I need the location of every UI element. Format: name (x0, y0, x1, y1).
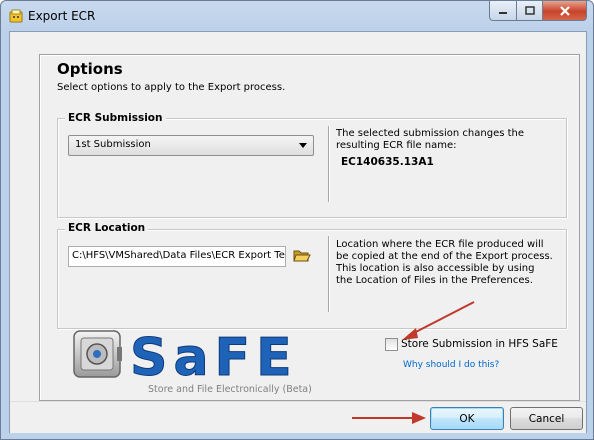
why-should-i-link[interactable]: Why should I do this? (403, 360, 499, 370)
submission-dropdown[interactable]: 1st Submission (68, 135, 314, 156)
title-bar: Export ECR (1, 1, 593, 31)
submission-selected-value: 1st Submission (75, 139, 151, 150)
location-divider (328, 236, 329, 312)
options-title: Options (57, 60, 123, 78)
maximize-button[interactable] (517, 1, 543, 21)
location-info: Location where the ECR file produced wil… (336, 239, 553, 286)
export-ecr-window: Export ECR Options Select options to app… (0, 0, 594, 440)
close-button[interactable] (543, 1, 587, 21)
minimize-button[interactable] (489, 1, 517, 21)
location-path-value: C:\HFS\VMShared\Data Files\ECR Export Te (72, 250, 285, 261)
maximize-icon (524, 6, 535, 15)
dialog-client-area: Options Select options to apply to the E… (9, 31, 587, 433)
ecr-location-title: ECR Location (65, 222, 149, 234)
annotation-arrow-ok-icon (352, 412, 426, 424)
window-controls (489, 1, 587, 21)
close-icon (559, 5, 570, 16)
options-subtitle: Select options to apply to the Export pr… (57, 82, 286, 93)
vault-icon (73, 330, 122, 378)
open-folder-icon[interactable] (293, 247, 311, 264)
chevron-down-icon (299, 143, 307, 148)
submission-info: The selected submission changes the resu… (336, 128, 525, 151)
cancel-button[interactable]: Cancel (510, 407, 583, 430)
window-title: Export ECR (28, 9, 96, 23)
submission-divider (328, 126, 329, 202)
yellow-folder-icon (9, 9, 23, 23)
safe-logo-text: SaFE (130, 328, 298, 388)
ok-button[interactable]: OK (430, 407, 504, 430)
ecr-submission-title: ECR Submission (65, 112, 166, 124)
store-submission-checkbox[interactable] (385, 338, 398, 351)
location-path-input[interactable]: C:\HFS\VMShared\Data Files\ECR Export Te (68, 246, 286, 267)
annotation-arrow-checkbox-icon (402, 301, 475, 340)
minimize-icon (499, 11, 507, 14)
safe-tagline: Store and File Electronically (Beta) (148, 384, 312, 395)
ecr-file-name: EC140635.13A1 (341, 156, 434, 168)
